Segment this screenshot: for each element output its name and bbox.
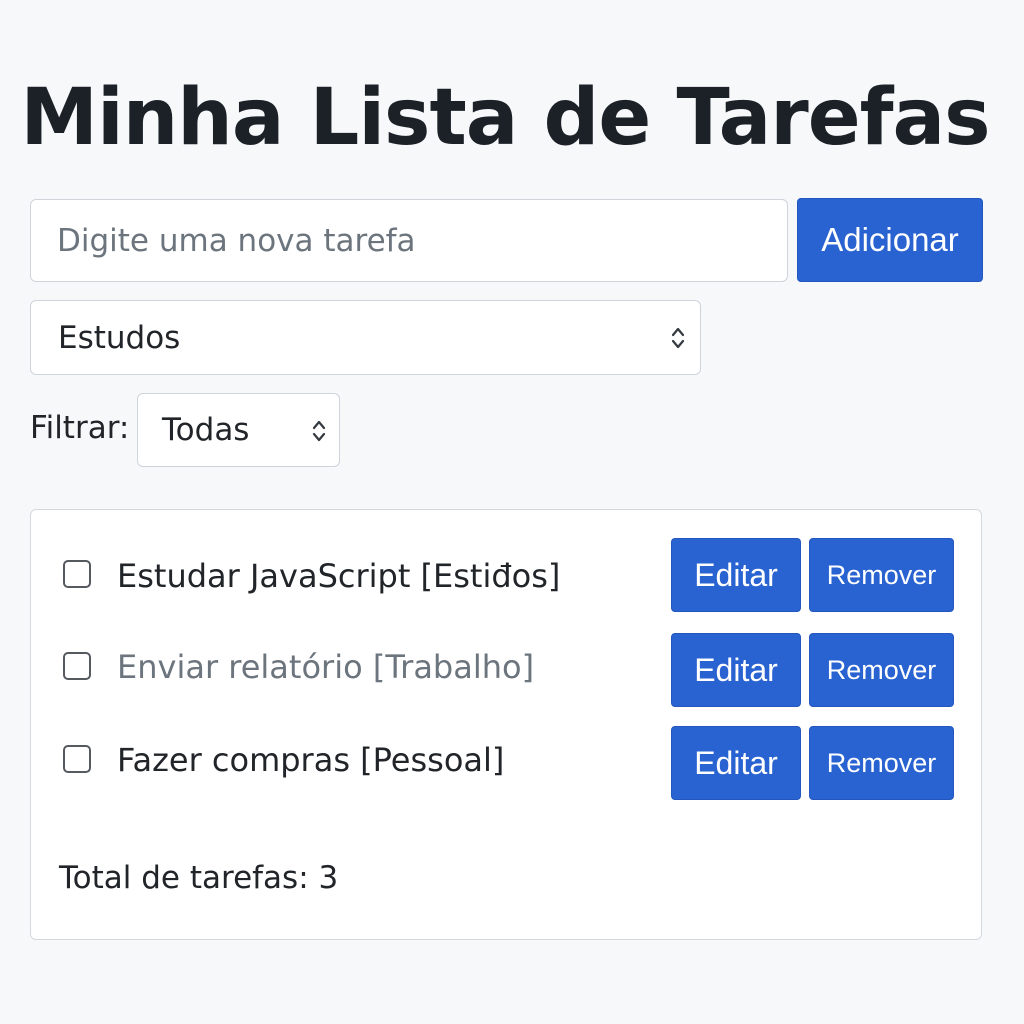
add-task-button[interactable]: Adicionar xyxy=(797,198,983,282)
filter-select[interactable]: Todas xyxy=(137,393,340,467)
chevron-up-down-icon xyxy=(312,420,326,442)
chevron-up-down-icon xyxy=(671,327,685,349)
task-checkbox[interactable] xyxy=(63,652,91,680)
task-total: Total de tarefas: 3 xyxy=(59,860,339,896)
edit-task-button[interactable]: Editar xyxy=(671,538,801,612)
remove-task-button[interactable]: Remover xyxy=(809,633,954,707)
task-text: Fazer compras [Pessoal] xyxy=(117,741,505,779)
task-checkbox[interactable] xyxy=(63,560,91,588)
remove-task-button[interactable]: Remover xyxy=(809,726,954,800)
task-text: Enviar relatório [Trabalho] xyxy=(117,648,535,686)
task-list: Estudar JavaScript [Estiđos] Editar Remo… xyxy=(30,509,982,940)
todo-app: Minha Lista de Tarefas Adicionar Estudos… xyxy=(0,0,1024,1024)
filter-label: Filtrar: xyxy=(30,410,130,446)
category-select-value: Estudos xyxy=(58,319,181,356)
task-item: Estudar JavaScript [Estiđos] Editar Remo… xyxy=(31,538,983,612)
edit-task-button[interactable]: Editar xyxy=(671,726,801,800)
task-item: Fazer compras [Pessoal] Editar Remover xyxy=(31,726,983,800)
edit-task-button[interactable]: Editar xyxy=(671,633,801,707)
task-text: Estudar JavaScript [Estiđos] xyxy=(117,557,561,595)
filter-select-value: Todas xyxy=(162,412,250,448)
category-select[interactable]: Estudos xyxy=(30,300,701,375)
task-item: Enviar relatório [Trabalho] Editar Remov… xyxy=(31,633,983,707)
remove-task-button[interactable]: Remover xyxy=(809,538,954,612)
page-title: Minha Lista de Tarefas xyxy=(20,73,990,163)
task-checkbox[interactable] xyxy=(63,745,91,773)
new-task-input[interactable] xyxy=(30,199,788,282)
